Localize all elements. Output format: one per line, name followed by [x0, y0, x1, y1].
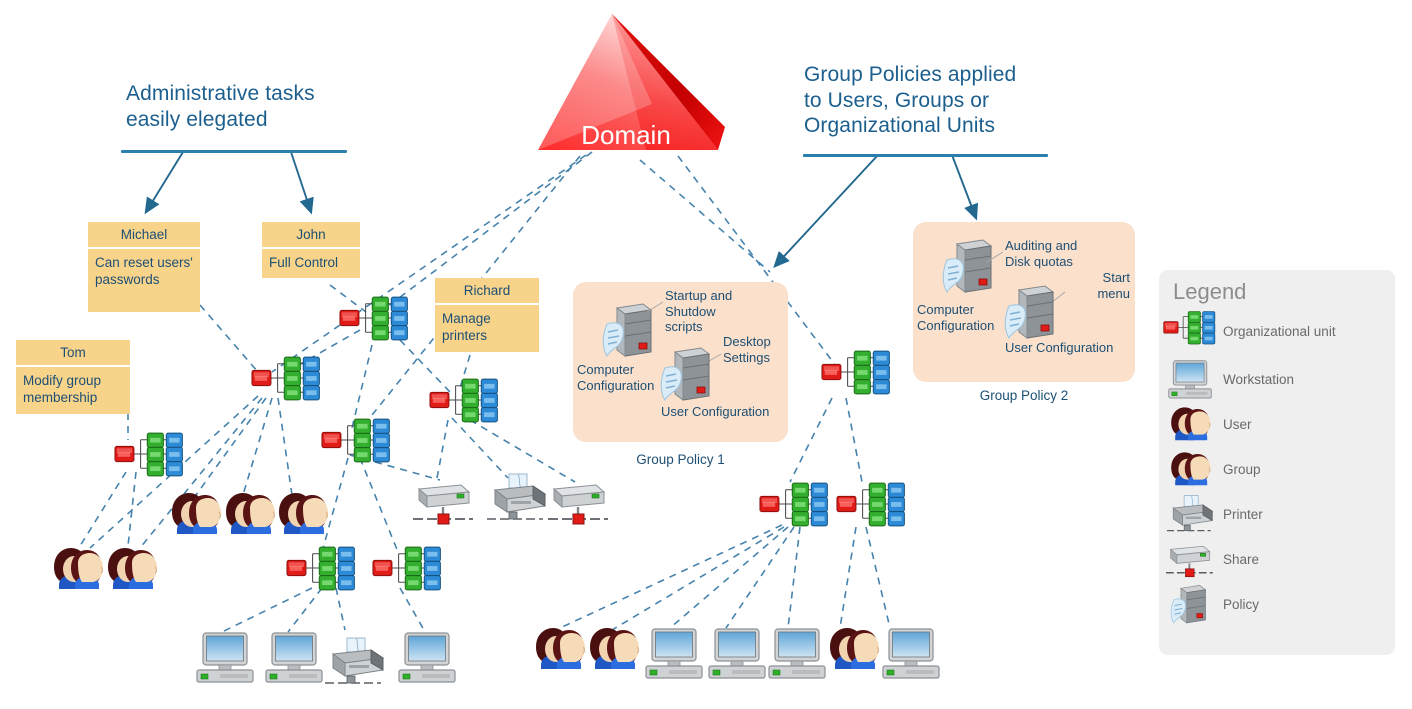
organizational-unit-icon: [1159, 311, 1223, 351]
share[interactable]: [411, 477, 477, 527]
organizational-unit[interactable]: [820, 350, 894, 396]
legend-label: Workstation: [1223, 372, 1295, 387]
workstation[interactable]: [768, 628, 828, 682]
gp2-uc-text: User Configuration: [1005, 340, 1114, 355]
organizational-unit[interactable]: [113, 432, 187, 478]
group-policy-2-caption: Group Policy 2: [979, 388, 1069, 403]
user-group[interactable]: [826, 625, 882, 675]
delegation-name: Tom: [16, 340, 130, 367]
heading-left-line1: Administrative tasks: [126, 82, 315, 105]
gp2-user-configuration: User Configuration: [1005, 340, 1125, 356]
legend-row-share: Share: [1159, 537, 1395, 582]
group-policy-2-panel[interactable]: Auditing and Disk quotas Computer Config…: [913, 222, 1135, 382]
legend-label: Organizational unit: [1223, 323, 1336, 339]
policy-icon: [1159, 584, 1223, 626]
delegation-box-tom[interactable]: Tom Modify group membership: [16, 340, 130, 414]
heading-right: Group Policies applied to Users, Groups …: [804, 62, 1074, 139]
legend-row-group: Group: [1159, 447, 1395, 492]
workstation[interactable]: [398, 632, 458, 686]
heading-left: Administrative tasks easily elegated: [126, 81, 386, 132]
heading-right-line3: Organizational Units: [804, 114, 996, 138]
delegation-name: John: [262, 222, 360, 249]
heading-right-rule: [803, 154, 1048, 157]
printer[interactable]: [486, 472, 549, 524]
heading-right-line1: Group Policies applied: [804, 63, 1017, 86]
delegation-task: Manage printers: [442, 311, 491, 344]
gp2-computer-configuration: Computer Configuration: [917, 302, 1013, 333]
heading-right-line2: to Users, Groups or: [804, 88, 990, 112]
organizational-unit[interactable]: [758, 482, 832, 528]
gp2-us-line1: Start: [1102, 270, 1130, 285]
workstation-icon: [1159, 359, 1223, 400]
heading-left-line2: easily elegated: [126, 107, 268, 131]
delegation-box-richard[interactable]: Richard Manage printers: [435, 278, 539, 352]
user-group[interactable]: [50, 545, 106, 595]
policy-icon: [1001, 284, 1061, 344]
organizational-unit[interactable]: [371, 546, 445, 592]
gp2-cc-text: Computer Configuration: [917, 302, 995, 333]
delegation-box-john[interactable]: John Full Control: [262, 222, 360, 278]
domain-pyramid: Domain: [528, 2, 740, 162]
legend-title: Legend: [1173, 279, 1247, 304]
user-group[interactable]: [104, 545, 160, 595]
organizational-unit[interactable]: [428, 378, 502, 424]
user-group[interactable]: [275, 490, 331, 540]
user-group[interactable]: [168, 490, 224, 540]
workstation[interactable]: [196, 632, 256, 686]
legend-panel: Legend Organizational unit Workstation U…: [1159, 270, 1395, 655]
organizational-unit[interactable]: [285, 546, 359, 592]
legend-label: Group: [1223, 462, 1261, 477]
printer[interactable]: [324, 636, 387, 688]
workstation[interactable]: [708, 628, 768, 682]
legend-row-policy: Policy: [1159, 582, 1395, 627]
user-group[interactable]: [222, 490, 278, 540]
legend-label: User: [1223, 417, 1252, 432]
organizational-unit[interactable]: [320, 418, 394, 464]
legend-label: Share: [1223, 552, 1260, 567]
gp1-us-line2: Settings: [723, 349, 770, 365]
organizational-unit[interactable]: [338, 296, 412, 342]
delegation-name: Michael: [88, 222, 200, 249]
user-group[interactable]: [532, 625, 588, 675]
user-icon: [1159, 405, 1223, 445]
diagram-canvas: Domain Administrative tasks easily elega…: [0, 0, 1412, 709]
delegation-task: Can reset users' passwords: [95, 255, 193, 288]
group-icon: [1159, 450, 1223, 490]
delegation-name: Richard: [435, 278, 539, 305]
heading-left-rule: [121, 150, 347, 153]
legend-label: Policy: [1223, 597, 1260, 612]
legend-row-organizational-unit: Organizational unit: [1159, 305, 1395, 357]
delegation-task: Full Control: [269, 255, 339, 270]
delegation-task: Modify group membership: [23, 373, 102, 406]
user-group[interactable]: [586, 625, 642, 675]
domain-label: Domain: [581, 120, 671, 150]
gp1-user-configuration: User Configuration: [661, 404, 771, 420]
organizational-unit[interactable]: [835, 482, 909, 528]
legend-row-printer: Printer: [1159, 492, 1395, 537]
policy-icon: [657, 346, 717, 406]
legend-row-workstation: Workstation: [1159, 357, 1395, 402]
legend-row-user: User: [1159, 402, 1395, 447]
share-icon: [1159, 540, 1223, 580]
organizational-unit[interactable]: [250, 356, 324, 402]
legend-label: Printer: [1223, 507, 1263, 522]
gp2-user-setting: Start menu: [1068, 270, 1130, 301]
workstation[interactable]: [882, 628, 942, 682]
gp1-us-line1: Desktop: [723, 334, 771, 349]
group-policy-1-panel[interactable]: Startup and Shutdow scripts Computer Con…: [573, 282, 788, 442]
share[interactable]: [546, 477, 612, 527]
gp1-user-setting: Desktop Settings: [723, 334, 787, 365]
delegation-box-michael[interactable]: Michael Can reset users' passwords: [88, 222, 200, 312]
group-policy-1-caption: Group Policy 1: [636, 452, 725, 467]
gp2-us-line2: menu: [1097, 285, 1130, 301]
gp1-uc-text: User Configuration: [661, 404, 770, 419]
printer-icon: [1159, 494, 1223, 536]
workstation[interactable]: [645, 628, 705, 682]
workstation[interactable]: [265, 632, 325, 686]
